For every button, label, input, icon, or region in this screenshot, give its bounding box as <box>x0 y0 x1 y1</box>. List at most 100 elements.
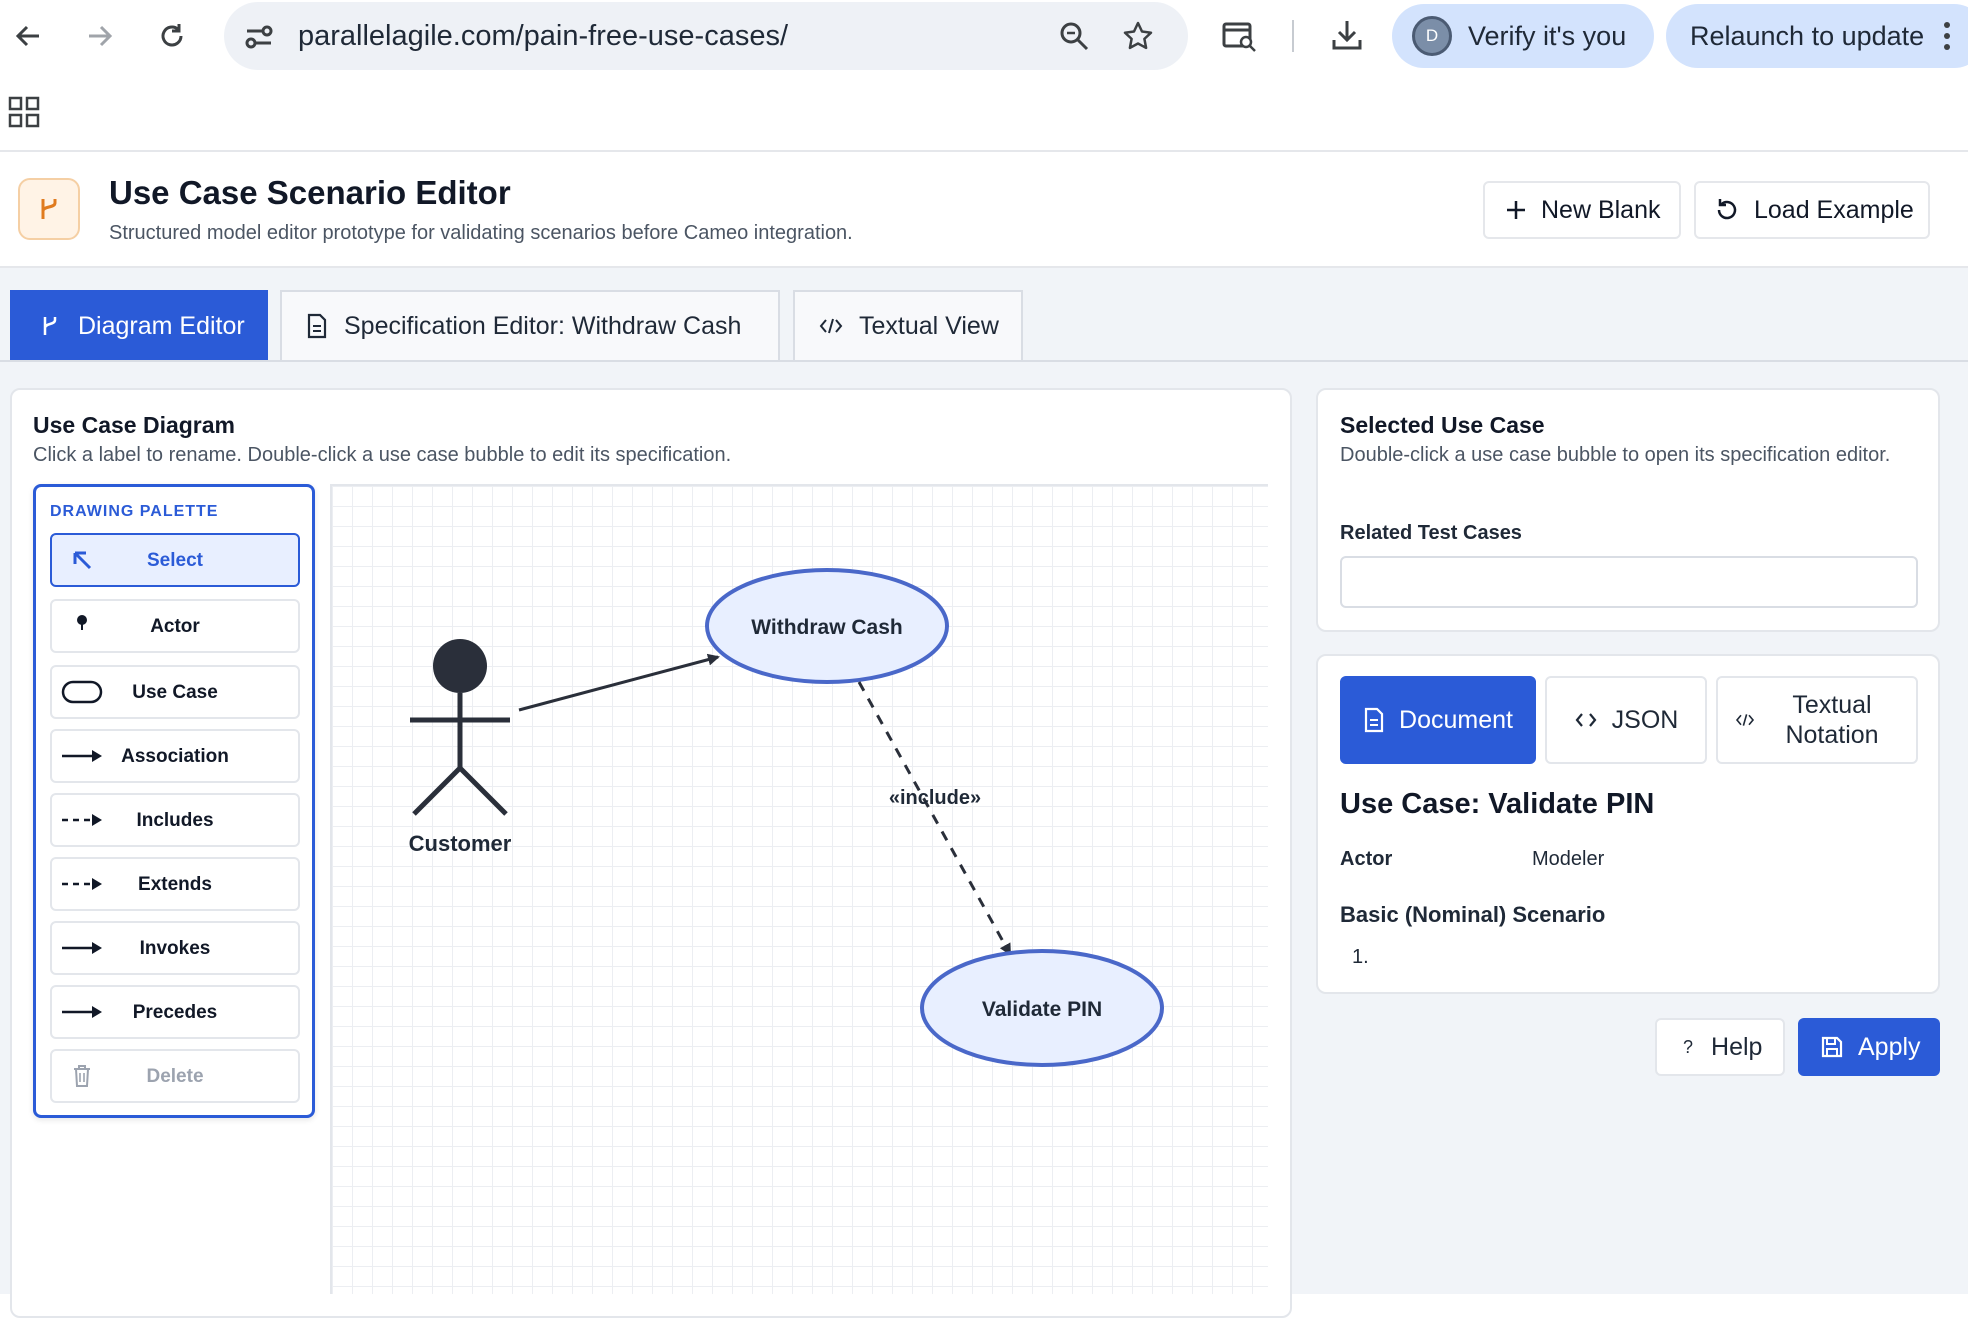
download-icon[interactable] <box>1330 18 1364 52</box>
help-label: Help <box>1711 1032 1763 1061</box>
plus-icon <box>1507 201 1525 219</box>
actor-customer[interactable] <box>410 639 510 816</box>
spec-heading: Use Case: Validate PIN <box>1340 788 1655 820</box>
spec-actor-key: Actor <box>1340 848 1393 870</box>
back-button[interactable] <box>4 12 52 60</box>
document-icon <box>1364 707 1384 733</box>
palette-item-label: Association <box>121 746 229 767</box>
reload-button[interactable] <box>148 12 196 60</box>
spec-actor-value: Modeler <box>1532 848 1605 870</box>
app-logo <box>18 178 80 240</box>
toolbar-divider <box>1292 20 1294 52</box>
palette-item-label: Actor <box>150 616 200 637</box>
code-icon <box>1736 714 1755 726</box>
include-relationship-line[interactable] <box>857 681 1012 956</box>
use-case-label[interactable]: Withdraw Cash <box>751 616 903 639</box>
question-icon: ? <box>1683 1036 1694 1057</box>
verify-label: Verify it's you <box>1468 20 1627 51</box>
drawing-palette: DRAWING PALETTE Select Actor Use Case As… <box>33 484 315 1118</box>
apply-button[interactable]: Apply <box>1798 1018 1940 1076</box>
verify-identity-button[interactable]: D Verify it's you <box>1392 4 1654 68</box>
selected-card-title: Selected Use Case <box>1340 412 1545 438</box>
textual-notation-label-line1: Textual <box>1792 691 1872 719</box>
palette-title: DRAWING PALETTE <box>50 503 219 520</box>
palette-precedes-tool[interactable]: Precedes <box>50 985 300 1039</box>
json-view-label: JSON <box>1611 705 1679 734</box>
url-text[interactable]: parallelagile.com/pain-free-use-cases/ <box>298 20 788 53</box>
branch-icon <box>41 199 57 219</box>
forward-arrow-icon <box>89 25 113 47</box>
back-arrow-icon <box>15 25 39 47</box>
palette-item-label: Use Case <box>132 682 218 703</box>
bookmark-star-icon[interactable] <box>1122 20 1154 52</box>
palette-actor-tool[interactable]: Actor <box>50 599 300 653</box>
related-test-cases-label: Related Test Cases <box>1340 522 1522 544</box>
palette-association-tool[interactable]: Association <box>50 729 300 783</box>
address-bar[interactable]: parallelagile.com/pain-free-use-cases/ <box>224 2 1188 70</box>
relaunch-label: Relaunch to update <box>1690 21 1925 51</box>
palette-item-label: Extends <box>138 874 212 895</box>
reset-icon <box>1717 199 1737 220</box>
browser-toolbar: parallelagile.com/pain-free-use-cases/ D… <box>0 0 1968 72</box>
palette-item-label: Delete <box>146 1066 204 1087</box>
tab-label: Specification Editor: Withdraw Cash <box>344 311 742 340</box>
palette-item-label: Includes <box>136 810 214 831</box>
use-case-label[interactable]: Validate PIN <box>982 998 1102 1021</box>
scenario-heading: Basic (Nominal) Scenario <box>1340 902 1606 927</box>
association-line[interactable] <box>518 653 720 712</box>
palette-extends-tool[interactable]: Extends <box>50 857 300 911</box>
site-settings-icon[interactable] <box>244 22 274 52</box>
forward-button[interactable] <box>76 12 124 60</box>
palette-item-label: Precedes <box>132 1002 218 1023</box>
code-icon <box>819 318 843 334</box>
apps-grid-icon[interactable] <box>8 96 40 128</box>
load-example-button[interactable]: Load Example <box>1694 181 1930 239</box>
new-blank-button[interactable]: New Blank <box>1483 181 1681 239</box>
page-subtitle: Structured model editor prototype for va… <box>109 222 853 244</box>
palette-includes-tool[interactable]: Includes <box>50 793 300 847</box>
document-view-label: Document <box>1399 705 1513 734</box>
bookmarks-bar <box>0 72 1968 152</box>
palette-select-tool[interactable]: Select <box>50 533 300 587</box>
new-blank-label: New Blank <box>1541 195 1661 224</box>
more-menu-icon[interactable] <box>1942 20 1952 52</box>
diagram-canvas[interactable]: Customer Withdraw Cash «include» Validat… <box>330 484 1268 1294</box>
relaunch-button[interactable]: Relaunch to update <box>1666 4 1968 68</box>
reload-icon <box>161 24 183 47</box>
apply-label: Apply <box>1858 1032 1921 1061</box>
profile-avatar: D <box>1412 16 1452 56</box>
tab-diagram-editor[interactable]: Diagram Editor <box>10 290 268 360</box>
palette-delete-tool[interactable]: Delete <box>50 1049 300 1103</box>
diagram-card-title: Use Case Diagram <box>33 412 235 438</box>
tab-textual-view[interactable]: Textual View <box>793 290 1023 360</box>
palette-item-label: Invokes <box>139 938 211 959</box>
help-button[interactable]: ? Help <box>1655 1018 1785 1076</box>
code-brackets-icon <box>1575 713 1597 727</box>
palette-use-case-tool[interactable]: Use Case <box>50 665 300 719</box>
actor-label[interactable]: Customer <box>409 831 512 856</box>
palette-invokes-tool[interactable]: Invokes <box>50 921 300 975</box>
page-title: Use Case Scenario Editor <box>109 174 511 211</box>
tab-label: Diagram Editor <box>78 311 245 340</box>
zoom-icon[interactable] <box>1058 20 1090 52</box>
include-label[interactable]: «include» <box>889 787 981 809</box>
selected-card-subtitle: Double-click a use case bubble to open i… <box>1340 444 1891 466</box>
palette-item-label: Select <box>147 550 203 571</box>
app-header: Use Case Scenario Editor Structured mode… <box>0 152 1968 268</box>
save-icon <box>1821 1036 1843 1058</box>
textual-notation-view-button[interactable]: Textual Notation <box>1716 676 1918 764</box>
tab-specification-editor[interactable]: Specification Editor: Withdraw Cash <box>280 290 780 360</box>
document-view-button[interactable]: Document <box>1340 676 1536 764</box>
document-icon <box>307 313 327 339</box>
tab-divider <box>0 360 1968 362</box>
related-test-cases-input[interactable] <box>1340 556 1918 608</box>
scenario-step: 1. <box>1352 946 1369 968</box>
branch-icon <box>43 317 57 335</box>
diagram-card-subtitle: Click a label to rename. Double-click a … <box>33 444 732 466</box>
diagram-svg: Customer Withdraw Cash «include» Validat… <box>409 568 1164 1067</box>
json-view-button[interactable]: JSON <box>1545 676 1707 764</box>
tab-search-icon[interactable] <box>1222 20 1258 54</box>
textual-notation-label-line2: Notation <box>1785 721 1879 749</box>
load-example-label: Load Example <box>1754 195 1914 224</box>
tab-label: Textual View <box>859 311 999 340</box>
